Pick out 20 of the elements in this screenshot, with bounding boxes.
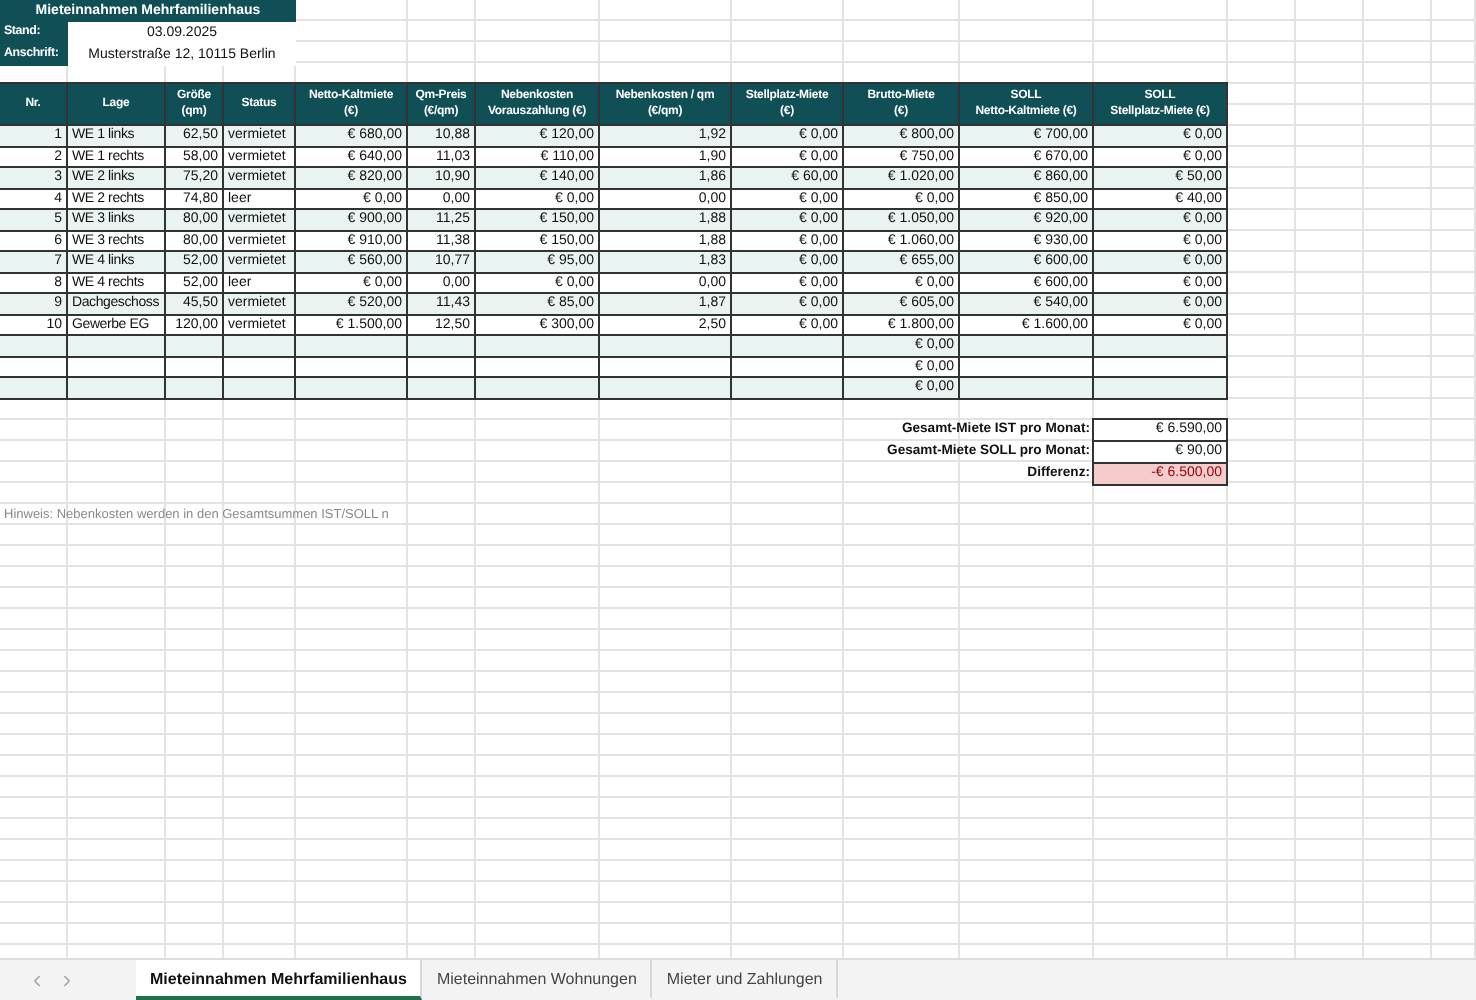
table-cell [294,376,408,399]
table-cell [406,376,476,399]
table-cell [730,376,844,399]
table-cell [958,334,1094,357]
table-cell [222,376,296,399]
chevron-right-icon[interactable] [58,971,76,989]
table-cell [958,376,1094,399]
sheet-tab[interactable]: Mieteinnahmen Mehrfamilienhaus [136,960,423,1000]
chevron-left-icon[interactable] [28,971,46,989]
table-cell [474,376,600,399]
table-cell [598,376,732,399]
table-cell [66,376,166,399]
table-cell [0,376,68,399]
table-cell [474,334,600,357]
sheet-tab[interactable]: Mieter und Zahlungen [652,960,839,1000]
table-cell [598,334,732,357]
table-cell [164,376,224,399]
table-cell [294,334,408,357]
table-cell [730,334,844,357]
sheet-tab[interactable]: Mieteinnahmen Wohnungen [422,960,653,1000]
